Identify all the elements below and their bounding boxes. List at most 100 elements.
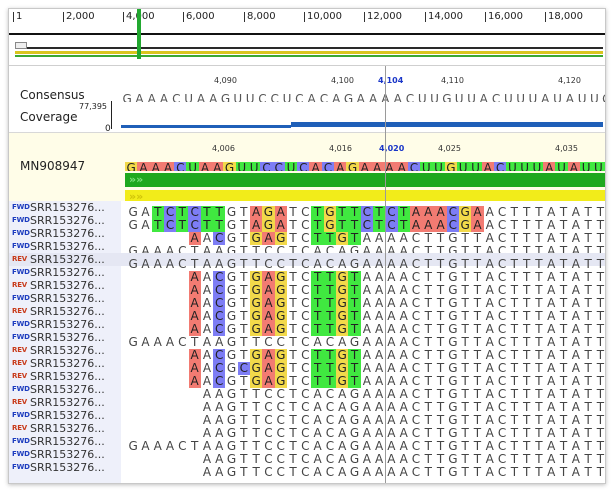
annotation-track-green[interactable]: »» bbox=[125, 173, 605, 187]
base: C bbox=[172, 92, 181, 103]
reference-ruler-mark: 4,035 bbox=[555, 144, 578, 153]
read-row[interactable]: REV SRR153276... A A C G T G A G T C T T G T A A A A C T T G T T A… bbox=[9, 344, 605, 362]
base: T bbox=[289, 465, 297, 479]
base: C bbox=[270, 92, 279, 103]
base: A bbox=[332, 92, 341, 103]
base: C bbox=[301, 465, 310, 479]
base: U bbox=[518, 162, 531, 171]
base: U bbox=[530, 162, 544, 171]
consensus-sequence[interactable]: GAAACUAAGUUCCUCACAGAAAACUUGUUACUUUAUAUUG bbox=[121, 88, 605, 103]
base: A bbox=[485, 465, 494, 479]
base: A bbox=[159, 92, 169, 103]
base: C bbox=[272, 162, 285, 171]
reverse-read-badge: REV bbox=[12, 307, 27, 315]
read-row[interactable]: REV SRR153276... A A C G T G A G T C T T G T A A A A C T T G T T A… bbox=[9, 305, 605, 323]
read-name: SRR153276... bbox=[30, 448, 105, 461]
read-row[interactable]: FWD SRR153276... A A G T T C C T C A C A G A A A A C T T G T T A C… bbox=[9, 448, 605, 466]
read-name: SRR153276... bbox=[30, 396, 105, 409]
base: C bbox=[174, 162, 187, 171]
forward-read-badge: FWD bbox=[12, 294, 30, 302]
read-name: SRR153276... bbox=[30, 253, 105, 266]
reverse-read-badge: REV bbox=[12, 424, 27, 432]
consensus-ruler-mark: 4,120 bbox=[558, 76, 581, 85]
base: T bbox=[559, 465, 568, 479]
read-name: SRR153276... bbox=[30, 201, 105, 214]
base: G bbox=[444, 162, 458, 171]
read-row[interactable]: FWD SRR153276... A A C G T G A G T C T T G T A A A A C T T G T T A… bbox=[9, 292, 605, 310]
base: U bbox=[467, 92, 476, 103]
read-name: SRR153276... bbox=[30, 409, 105, 422]
forward-read-badge: FWD bbox=[12, 450, 30, 458]
read-row[interactable]: REV SRR153276... G A A A C T A A G T T C C T C A C A G A A A A C T… bbox=[9, 253, 605, 271]
read-row[interactable]: REV SRR153276... A A C G C G A G T C T T G T A A A A C T T G T T A… bbox=[9, 357, 605, 375]
overview-coverage-track bbox=[15, 47, 603, 49]
read-row[interactable]: FWD SRR153276... G A T C T C T T G T A G A T C T G T T C T C T A A… bbox=[9, 201, 605, 219]
overview-annotation-track bbox=[15, 55, 603, 57]
read-row[interactable]: FWD SRR153276... A A G T T C C T C A C A G A A A A C T T G T T A C… bbox=[9, 383, 605, 401]
base: C bbox=[325, 465, 335, 479]
base: A bbox=[399, 465, 408, 479]
overview-axis bbox=[9, 33, 605, 35]
read-row[interactable]: FWD SRR153276... A A C G T G A G T C T T G T A A A A C T T G T T A… bbox=[9, 318, 605, 336]
base: U bbox=[457, 162, 470, 171]
read-row[interactable]: REV SRR153276... A A G T T C C T C A C A G A A A A C T T G T T A C… bbox=[9, 396, 605, 414]
base: U bbox=[577, 92, 587, 103]
reads-panel: FWD SRR153276... G A T C T C T T G T A G A T C T G T T C T C T A A… bbox=[9, 201, 605, 483]
read-row[interactable]: FWD SRR153276... G A A A C T A A G T T C C T C A C A G A A A A C T… bbox=[9, 331, 605, 349]
base: A bbox=[362, 465, 371, 479]
base: A bbox=[338, 465, 347, 479]
base: C bbox=[497, 465, 507, 479]
read-row[interactable]: REV SRR153276... A A C G T G A G T C T T G T A A A A C T T G T T A… bbox=[9, 370, 605, 388]
reverse-read-badge: REV bbox=[12, 359, 27, 367]
read-row[interactable]: FWD SRR153276... A A C G T G A G T C T T G T A A A A C T T G T T A… bbox=[9, 227, 605, 245]
base: A bbox=[211, 162, 224, 171]
ov-tick: 6,000 bbox=[183, 11, 215, 22]
read-row[interactable]: REV SRR153276... A A G T T C C T C A C A G A A A A C T T G T T A C… bbox=[9, 422, 605, 440]
base: T bbox=[461, 465, 469, 479]
base: T bbox=[522, 465, 531, 479]
base: A bbox=[387, 465, 396, 479]
read-row[interactable]: FWD SRR153276... G A A A C T A A G T T C C T C A C A G A A A A C T… bbox=[9, 240, 605, 258]
forward-read-badge: FWD bbox=[12, 385, 30, 393]
base: T bbox=[436, 465, 445, 479]
sequence-viewer: 1 2,000 4,000 6,000 8,000 10,000 12,000 … bbox=[8, 8, 606, 484]
read-name: SRR153276... bbox=[30, 292, 105, 305]
base: U bbox=[516, 92, 526, 103]
read-row[interactable]: FWD SRR153276... G A T C T C T T G T A G A T C T G T T C T C T A A… bbox=[9, 214, 605, 232]
base: C bbox=[321, 162, 335, 171]
reverse-read-badge: REV bbox=[12, 346, 27, 354]
forward-read-badge: FWD bbox=[12, 463, 30, 471]
base: A bbox=[209, 92, 218, 103]
base: A bbox=[479, 92, 488, 103]
base: A bbox=[547, 465, 556, 479]
read-name: SRR153276... bbox=[30, 383, 105, 396]
read-name: SRR153276... bbox=[30, 331, 105, 344]
coverage-line-low bbox=[121, 125, 291, 128]
overview-ruler[interactable]: 1 2,000 4,000 6,000 8,000 10,000 12,000 … bbox=[9, 9, 605, 65]
overview-scroll-thumb[interactable] bbox=[15, 42, 27, 49]
base: A bbox=[481, 162, 494, 171]
read-row[interactable]: REV SRR153276... A A C G T G A G T C T T G T A A A A C T T G T T A… bbox=[9, 279, 605, 297]
base: T bbox=[240, 465, 248, 479]
base: C bbox=[264, 465, 273, 479]
base: U bbox=[417, 92, 427, 103]
read-row[interactable]: FWD SRR153276... A A G T T C C T C A C A G A A A A C T T G T T A C… bbox=[9, 409, 605, 427]
base: A bbox=[370, 162, 384, 171]
ov-tick: 2,000 bbox=[63, 11, 95, 22]
base: A bbox=[313, 465, 322, 479]
read-row[interactable]: FWD SRR153276... G A A A C T A A G T T C C T C A C A G A A A A C T… bbox=[9, 435, 605, 453]
base: G bbox=[220, 92, 231, 103]
base: A bbox=[149, 162, 162, 171]
base: U bbox=[430, 92, 439, 103]
ov-tick: 12,000 bbox=[364, 11, 402, 22]
base: C bbox=[258, 92, 267, 103]
read-row[interactable]: FWD SRR153276... A A C G T G A G T C T T G T A A A A C T T G T T A… bbox=[9, 266, 605, 284]
base: T bbox=[252, 465, 260, 479]
base: U bbox=[555, 162, 568, 171]
forward-read-badge: FWD bbox=[12, 229, 30, 237]
reference-sequence[interactable]: GAAACUAAGUUCCUCACAGAAAACUUGUUACUUUAUAUUG bbox=[125, 157, 605, 171]
base: T bbox=[584, 465, 592, 479]
forward-read-badge: FWD bbox=[12, 320, 30, 328]
overview-visible-region[interactable] bbox=[137, 9, 141, 59]
read-row[interactable]: FWD SRR153276... A A G T T C C T C A C A G A A A A C T T G T T A C… bbox=[9, 461, 605, 479]
